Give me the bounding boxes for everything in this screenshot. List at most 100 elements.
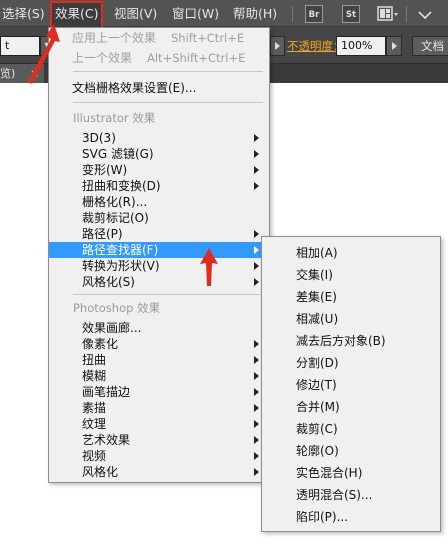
menu-item-path[interactable]: 路径(P) [49, 226, 269, 242]
chevron-right-icon [254, 182, 259, 190]
chevron-right-icon [254, 436, 259, 444]
chevron-right-icon [254, 278, 259, 286]
menu-item-label: 素描 [82, 401, 107, 415]
menu-separator [73, 71, 263, 72]
bridge-button[interactable]: Br [305, 5, 323, 23]
menu-item-distort-transform[interactable]: 扭曲和变换(D) [49, 178, 269, 194]
chevron-right-icon [254, 340, 259, 348]
chevron-right-icon [254, 150, 259, 158]
chevron-right-icon [254, 134, 259, 142]
menubar-divider [292, 6, 293, 22]
menu-item-shortcut: Alt+Shift+Ctrl+E [147, 51, 246, 65]
illustrator-effects-header: Illustrator 效果 [73, 111, 156, 125]
menu-item-pixelate[interactable]: 像素化 [49, 336, 269, 352]
menu-separator [73, 102, 263, 103]
menu-item-apply-last-effect: 应用上一个效果 Shift+Ctrl+E [49, 30, 269, 46]
menu-item-label: 视频 [82, 449, 107, 463]
chevron-right-icon [254, 372, 259, 380]
menu-item-stylize-photoshop[interactable]: 风格化 [49, 464, 269, 480]
annotation-arrow-icon [200, 248, 218, 286]
pathfinder-submenu: 相加(A) 交集(I) 差集(E) 相减(U) 减去后方对象(B) 分割(D) … [261, 236, 441, 532]
menu-help[interactable]: 帮助(H) [233, 0, 277, 27]
menu-item-blur[interactable]: 模糊 [49, 368, 269, 384]
menu-item-crop-marks[interactable]: 裁剪标记(O) [49, 210, 269, 226]
submenu-item-intersect[interactable]: 交集(I) [296, 267, 333, 283]
submenu-item-trim[interactable]: 修边(T) [296, 377, 337, 393]
opacity-stepper[interactable] [386, 36, 402, 56]
menu-item-label: 路径查找器(F) [82, 243, 159, 257]
menu-item-distort[interactable]: 扭曲 [49, 352, 269, 368]
chevron-right-icon [254, 262, 259, 270]
menu-item-convert-to-shape[interactable]: 转换为形状(V) [49, 258, 269, 274]
menu-view[interactable]: 视图(V) [114, 0, 157, 27]
stock-button[interactable]: St [342, 5, 360, 23]
opacity-input[interactable]: 100% [336, 36, 386, 56]
submenu-item-crop[interactable]: 裁剪(C) [296, 421, 338, 437]
menu-item-last-effect: 上一个效果 Alt+Shift+Ctrl+E [49, 50, 269, 66]
menu-item-warp[interactable]: 变形(W) [49, 162, 269, 178]
chevron-right-icon [275, 42, 280, 50]
menu-item-label: 艺术效果 [82, 433, 131, 447]
menu-item-document-raster-settings[interactable]: 文档栅格效果设置(E)... [49, 80, 269, 96]
submenu-item-hard-mix[interactable]: 实色混合(H) [296, 465, 362, 481]
menu-item-label: 扭曲 [82, 353, 107, 367]
submenu-item-merge[interactable]: 合并(M) [296, 399, 340, 415]
menu-item-label: 上一个效果 [72, 51, 133, 65]
menu-item-label: 文档栅格效果设置(E)... [72, 81, 197, 95]
menu-item-label: 模糊 [82, 369, 107, 383]
menu-item-label: 风格化(S) [82, 275, 135, 289]
chevron-right-icon [254, 166, 259, 174]
document-tab-label: 览) [0, 67, 16, 80]
document-setup-button[interactable]: 文档 [412, 36, 448, 56]
menu-item-label: SVG 滤镜(G) [82, 147, 154, 161]
menu-item-label: 路径(P) [82, 227, 123, 241]
chevron-right-icon [392, 42, 397, 50]
submenu-item-subtract[interactable]: 相减(U) [296, 311, 338, 327]
menu-item-video[interactable]: 视频 [49, 448, 269, 464]
workspace-switcher[interactable] [414, 6, 436, 22]
effect-menu: 应用上一个效果 Shift+Ctrl+E 上一个效果 Alt+Shift+Ctr… [48, 27, 270, 483]
menu-item-effect-gallery[interactable]: 效果画廊... [49, 320, 269, 336]
menu-window[interactable]: 窗口(W) [172, 0, 219, 27]
menu-item-brush-strokes[interactable]: 画笔描边 [49, 384, 269, 400]
chevron-right-icon [254, 356, 259, 364]
chevron-right-icon [254, 388, 259, 396]
menu-item-rasterize[interactable]: 栅格化(R)... [49, 194, 269, 210]
menu-item-label: 转换为形状(V) [82, 259, 160, 273]
menu-item-sketch[interactable]: 素描 [49, 400, 269, 416]
style-options-button[interactable] [270, 36, 285, 56]
submenu-item-minus-back[interactable]: 减去后方对象(B) [296, 333, 386, 349]
submenu-item-soft-mix[interactable]: 透明混合(S)... [296, 487, 372, 503]
submenu-item-exclude[interactable]: 差集(E) [296, 289, 337, 305]
chevron-down-icon [418, 11, 432, 20]
submenu-item-trap[interactable]: 陷印(P)... [296, 509, 348, 525]
photoshop-effects-header: Photoshop 效果 [73, 301, 161, 315]
annotation-arrow-icon [28, 24, 60, 84]
menu-item-label: 变形(W) [82, 163, 128, 177]
menu-item-artistic[interactable]: 艺术效果 [49, 432, 269, 448]
chevron-right-icon [254, 404, 259, 412]
arrange-documents-button[interactable] [377, 5, 399, 23]
menu-item-label: 风格化 [82, 465, 119, 479]
submenu-item-outline[interactable]: 轮廓(O) [296, 443, 339, 459]
arrange-documents-icon [377, 6, 398, 21]
menu-item-3d[interactable]: 3D(3) [49, 130, 269, 146]
chevron-right-icon [254, 420, 259, 428]
menu-item-label: 栅格化(R)... [82, 195, 148, 209]
menu-item-svg-filters[interactable]: SVG 滤镜(G) [49, 146, 269, 162]
menu-item-pathfinder[interactable]: 路径查找器(F) [49, 242, 269, 258]
submenu-item-add[interactable]: 相加(A) [296, 245, 338, 261]
menu-item-label: 画笔描边 [82, 385, 131, 399]
menu-separator [73, 294, 263, 295]
menubar-divider-2 [406, 6, 407, 22]
menu-item-label: 像素化 [82, 337, 119, 351]
menu-item-shortcut: Shift+Ctrl+E [171, 31, 245, 45]
menu-item-label: 扭曲和变换(D) [82, 179, 161, 193]
menu-item-texture[interactable]: 纹理 [49, 416, 269, 432]
chevron-right-icon [254, 468, 259, 476]
menu-item-stylize-illustrator[interactable]: 风格化(S) [49, 274, 269, 290]
chevron-right-icon [254, 230, 259, 238]
menu-item-label: 应用上一个效果 [72, 31, 157, 45]
menu-item-label: 3D(3) [82, 131, 116, 145]
submenu-item-divide[interactable]: 分割(D) [296, 355, 339, 371]
